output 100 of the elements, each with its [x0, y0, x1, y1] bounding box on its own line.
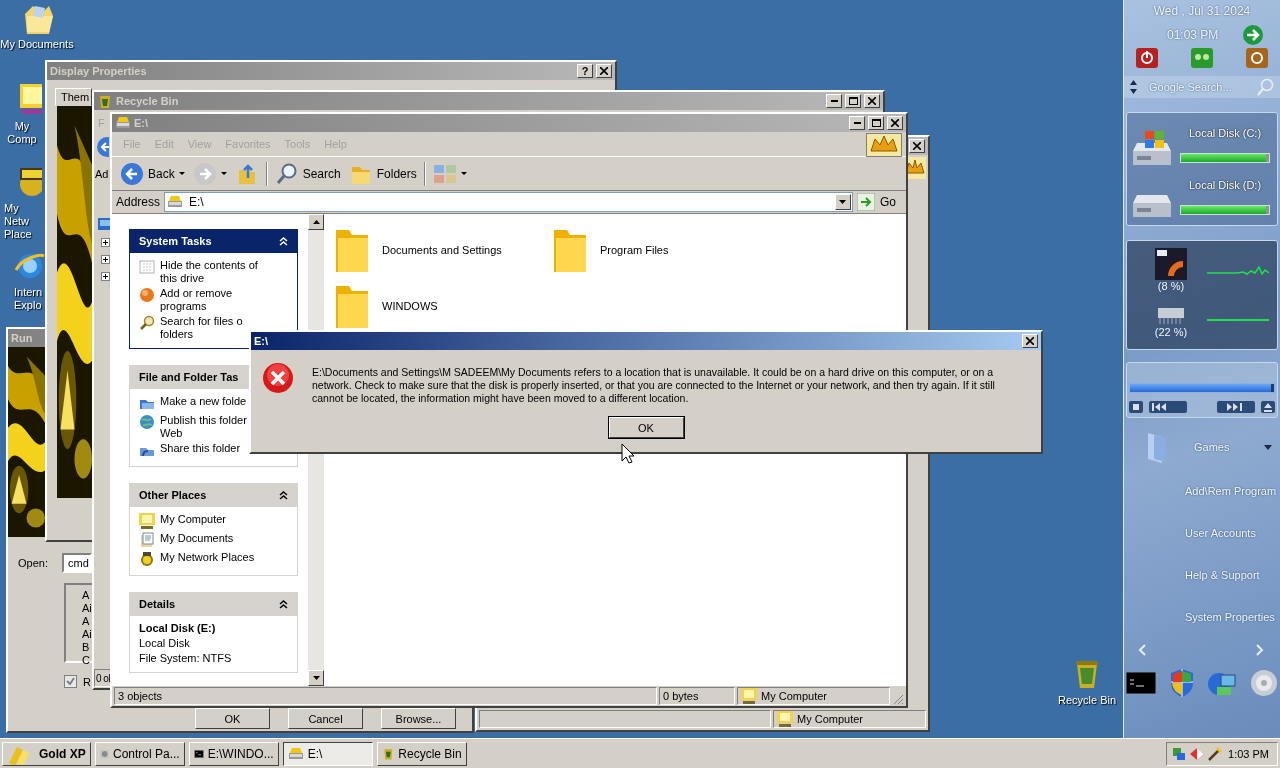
- taskbar-button[interactable]: E:\WINDO...: [188, 741, 279, 766]
- desktop-icon-label[interactable]: My Netw Place: [4, 202, 44, 241]
- close-button[interactable]: [864, 94, 880, 108]
- tab[interactable]: Them: [55, 88, 93, 106]
- desktop-icon-label[interactable]: Recycle Bin: [1057, 694, 1117, 707]
- go-button[interactable]: Go: [857, 193, 902, 211]
- dialog-button[interactable]: Cancel: [288, 708, 363, 729]
- address-field[interactable]: E:\: [164, 192, 853, 212]
- panel-header[interactable]: System Tasks: [129, 229, 298, 253]
- close-button[interactable]: [1022, 334, 1038, 348]
- computer-icon[interactable]: [20, 84, 42, 116]
- expand-icon[interactable]: [101, 255, 110, 264]
- maximize-button[interactable]: [845, 94, 861, 108]
- desktop-icon-label[interactable]: Intern Explo: [14, 286, 43, 312]
- list-item[interactable]: Ai: [82, 602, 92, 615]
- list-item[interactable]: A: [82, 615, 90, 628]
- list-item[interactable]: B: [82, 641, 90, 654]
- checkbox[interactable]: [64, 675, 77, 688]
- file-name[interactable]: Documents and Settings: [382, 244, 502, 256]
- close-button[interactable]: [887, 116, 903, 130]
- scroll-up-button[interactable]: [308, 214, 324, 230]
- help-button[interactable]: ?: [577, 64, 593, 78]
- crown-logo-icon: [866, 132, 902, 157]
- command-field[interactable]: cmd: [61, 553, 92, 573]
- field-label: Open:: [18, 557, 48, 569]
- scroll-down-button[interactable]: [308, 670, 324, 686]
- minimize-button[interactable]: [826, 94, 842, 108]
- error-message: E:\Documents and Settings\M SADEEM\My Documents refers to a location that is unavailable. It could be on a hard drive on this computer, or on a network. Check to make sure that the disk is properly inserted, or that you are connected to the Internet or your network, and then try again. If it still cannot be located, the information might have been moved to a different location.: [312, 365, 996, 405]
- window-title: Display Properties: [50, 65, 147, 77]
- minimize-icon: [830, 100, 838, 102]
- console-icon[interactable]: [1126, 672, 1156, 694]
- task-link[interactable]: Search for files o folders: [160, 315, 243, 340]
- start-button[interactable]: Gold XP: [2, 741, 91, 766]
- meter-reading: (22 %): [1154, 326, 1188, 338]
- taskbar-button[interactable]: E:\: [282, 741, 373, 766]
- security-tray-icon[interactable]: [1189, 745, 1205, 762]
- gauge-icon: [1155, 248, 1187, 280]
- detail-text: File System: NTFS: [139, 652, 233, 664]
- task-link[interactable]: Add or remove programs: [160, 287, 233, 312]
- maximize-icon: [871, 119, 881, 127]
- panel-header[interactable]: Details: [129, 592, 298, 616]
- power-icon[interactable]: [1136, 48, 1158, 68]
- list-item[interactable]: Ai: [82, 628, 92, 641]
- list-item[interactable]: C: [82, 654, 90, 667]
- task-link[interactable]: Make a new folde: [160, 395, 247, 408]
- search-icon: [1256, 78, 1274, 96]
- minimize-button[interactable]: [849, 116, 865, 130]
- trash-can-icon: [97, 93, 113, 109]
- detail-text: Local Disk (E:): [139, 622, 217, 634]
- shield-icon[interactable]: [1168, 668, 1195, 698]
- task-link[interactable]: My Network Places: [160, 551, 255, 564]
- search-button[interactable]: Search: [270, 160, 345, 187]
- next-button[interactable]: [1217, 401, 1255, 413]
- file-name[interactable]: WINDOWS: [382, 300, 438, 312]
- task-link[interactable]: My Documents: [160, 532, 234, 545]
- expand-icon[interactable]: [101, 238, 110, 247]
- collapse-chevron-icon[interactable]: [279, 599, 288, 609]
- caret-icon: [839, 200, 847, 204]
- dropdown-button[interactable]: [835, 194, 851, 210]
- eject-button[interactable]: [1261, 401, 1275, 413]
- back-button[interactable]: Back: [116, 160, 189, 187]
- meter-reading: (8 %): [1157, 280, 1185, 292]
- disc-icon: [139, 287, 155, 303]
- panel-header[interactable]: Other Places: [129, 483, 298, 507]
- ok-button[interactable]: OK: [608, 417, 684, 438]
- spinner-icon: [1130, 80, 1137, 94]
- disk-name: Local Disk (D:): [1188, 179, 1262, 191]
- stop-button[interactable]: [1129, 401, 1143, 413]
- switch-user-icon[interactable]: [1191, 48, 1213, 68]
- dialog-button[interactable]: OK: [195, 708, 270, 729]
- task-link[interactable]: My Computer: [160, 513, 227, 526]
- maximize-button[interactable]: [868, 116, 884, 130]
- collapse-chevron-icon[interactable]: [279, 490, 288, 500]
- status-text: 0 bytes: [663, 690, 699, 702]
- task-link[interactable]: Hide the contents of this drive: [160, 259, 258, 284]
- previous-button[interactable]: [1149, 401, 1187, 413]
- search-icon: [139, 315, 155, 331]
- task-link[interactable]: Publish this folder Web: [160, 414, 247, 439]
- window-title: E:\: [134, 117, 149, 129]
- task-link[interactable]: Share this folder: [160, 442, 241, 455]
- caret-icon: [178, 172, 185, 175]
- network-tray-icon[interactable]: [1171, 745, 1187, 762]
- expand-icon[interactable]: [101, 272, 110, 281]
- speaker-icon[interactable]: [1249, 669, 1278, 697]
- taskbar-button[interactable]: Recycle Bin: [376, 741, 467, 766]
- taskbar-button[interactable]: Control Pa...: [94, 741, 185, 766]
- restart-icon[interactable]: [1246, 48, 1268, 68]
- checkbox-label: R: [83, 675, 91, 688]
- desktop-icon-label[interactable]: My Documents: [0, 38, 74, 51]
- up-arrow-icon: [312, 220, 320, 224]
- folders-button[interactable]: Folders: [344, 160, 421, 187]
- tools-tray-icon[interactable]: [1207, 745, 1223, 762]
- caret-icon: [1264, 444, 1272, 450]
- list-item[interactable]: A: [82, 589, 90, 602]
- close-button[interactable]: [909, 139, 925, 153]
- file-name[interactable]: Program Files: [600, 244, 669, 256]
- desktop-icon-label[interactable]: My Comp: [0, 120, 44, 146]
- close-button[interactable]: [596, 64, 612, 78]
- dialog-button[interactable]: Browse...: [381, 708, 456, 729]
- close-icon: [1026, 337, 1034, 345]
